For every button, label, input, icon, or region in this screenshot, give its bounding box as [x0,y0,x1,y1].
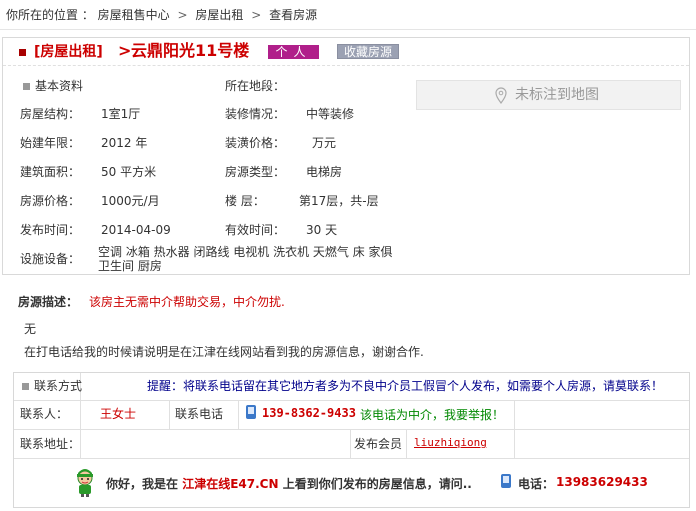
breadcrumb-item-current: 查看房源 [269,8,318,22]
house-type-value: 电梯房 [306,165,343,179]
footer-greeting-post: 上看到你们发布的房屋信息，请问.. [282,477,472,491]
footer-tel-label: 电话： [518,477,555,491]
breadcrumb: 你所在的位置 ： 房屋租售中心 > 房屋出租 > 查看房源 [0,0,696,30]
bullet-square-icon [22,383,29,390]
contact-hint: 提醒：将联系电话留在其它地方者多为不良中介员工假冒个人发布，如需要个人房源，请莫… [147,379,664,393]
description-tip: 在打电话给我的时候请说明是在江津在线网站看到我的房源信息，谢谢合作. [24,345,424,359]
description-note: 该房主无需中介帮助交易，中介勿扰. [89,295,285,309]
contact-person-value: 王女士 [100,407,137,421]
listing-panel: [房屋出租] > 云鼎阳光11号楼 个人 收藏房源 基本资料 所在地段： 未标注… [2,37,690,275]
contact-address-label: 联系地址： [20,437,81,451]
decoration-value: 中等装修 [306,107,355,121]
year-label: 始建年限： [20,136,81,150]
breadcrumb-item-rental-center[interactable]: 房屋租售中心 [98,8,170,22]
facilities-value: 空调 冰箱 热水器 闭路线 电视机 洗衣机 天燃气 床 家俱 卫生间 厨房 [98,245,393,273]
location-label: 所在地段： [225,79,286,93]
bullet-square-icon [19,49,26,56]
favorite-listing-button[interactable]: 收藏房源 [337,44,399,59]
phone-icon [501,474,511,488]
contact-section-label: 联系方式 [34,379,83,393]
contact-person-label: 联系人： [20,407,69,421]
publish-time-label: 发布时间： [20,223,81,237]
personal-badge: 个人 [268,45,319,59]
decor-price-value: 万元 [312,136,337,150]
listing-title-row: [房屋出租] > 云鼎阳光11号楼 个人 收藏房源 [3,38,689,66]
footer-site-name: 江津在线E47.CN [182,477,279,491]
listing-title: 云鼎阳光11号楼 [131,41,250,60]
footer-greeting: 你好，我是在 江津在线E47.CN 上看到你们发布的房屋信息，请问.. [106,475,472,492]
contact-phone-value[interactable]: 139-8362-9433 [262,406,356,420]
breadcrumb-item-house-rent[interactable]: 房屋出租 [195,8,243,22]
footer-tel-value[interactable]: 13983629433 [556,475,648,489]
member-link[interactable]: liuzhiqiong [414,436,487,449]
price-label: 房源价格： [20,194,81,208]
decor-price-label: 装潢价格： [225,136,286,150]
breadcrumb-prefix: 你所在的位置 ： [6,8,94,22]
listing-type: [房屋出租] [34,44,103,60]
map-pin-icon [495,87,507,104]
basic-info-label: 基本资料 [35,79,84,93]
facilities-label: 设施设备： [20,252,81,266]
breadcrumb-separator: > [177,8,188,22]
floor-value: 第17层，共-层 [299,194,379,208]
mascot-icon [77,469,93,497]
description-body: 无 [24,322,37,336]
member-label: 发布会员 [354,437,403,451]
publish-time-value: 2014-04-09 [101,223,171,237]
price-value: 1000元/月 [101,194,160,208]
valid-time-label: 有效时间： [225,223,286,237]
description-title: 房源描述： [18,295,79,309]
year-value: 2012 年 [101,136,148,150]
structure-label: 房屋结构： [20,107,81,121]
area-label: 建筑面积： [20,165,81,179]
report-agent-link[interactable]: 该电话为中介，我要举报！ [360,406,504,423]
bullet-square-icon [23,83,30,90]
contact-table: 联系方式 提醒：将联系电话留在其它地方者多为不良中介员工假冒个人发布，如需要个人… [13,372,690,508]
area-value: 50 平方米 [101,165,157,179]
phone-icon [246,405,256,419]
house-type-label: 房源类型： [225,165,286,179]
structure-value: 1室1厅 [101,107,141,121]
map-location-button[interactable]: 未标注到地图 [416,80,681,110]
title-arrow: > [118,41,132,60]
breadcrumb-separator: > [251,8,262,22]
decoration-label: 装修情况： [225,107,286,121]
valid-time-value: 30 天 [306,223,338,237]
map-label: 未标注到地图 [515,87,599,103]
floor-label: 楼 层： [225,194,265,208]
contact-phone-label: 联系电话 [175,407,224,421]
footer-greeting-pre: 你好，我是在 [106,477,179,491]
